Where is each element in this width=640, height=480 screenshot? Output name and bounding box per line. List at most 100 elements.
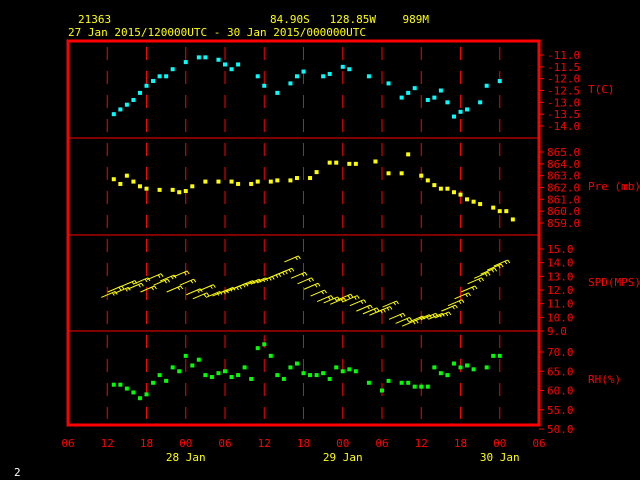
pressure-point — [425, 178, 430, 183]
pressure-point — [478, 202, 483, 207]
pressure-point — [144, 186, 149, 191]
humidity-point — [216, 371, 221, 376]
pressure-point — [308, 176, 313, 181]
humidity-point — [412, 384, 417, 389]
pressure-point — [190, 184, 195, 189]
humidity-point — [203, 373, 208, 378]
humidity-point — [301, 371, 306, 376]
y-tick-label: 12.0 — [547, 284, 574, 297]
humidity-point — [190, 363, 195, 368]
humidity-point — [177, 369, 182, 374]
y-tick-label: 60.0 — [547, 385, 574, 398]
temperature-point — [236, 62, 241, 67]
humidity-point — [151, 380, 156, 385]
x-tick-label: 06 — [532, 437, 545, 450]
x-tick-label: 00 — [336, 437, 349, 450]
temperature-point — [478, 100, 483, 105]
temperature-point — [216, 57, 221, 62]
humidity-point — [308, 373, 313, 378]
temperature-point — [157, 74, 162, 79]
temperature-point — [340, 64, 345, 69]
pressure-point — [255, 179, 260, 184]
pressure-point — [373, 159, 378, 164]
pressure-point — [268, 179, 273, 184]
humidity-point — [255, 346, 260, 351]
pressure-point — [275, 178, 280, 183]
y-tick-label: 859.0 — [547, 217, 580, 230]
temperature-point — [118, 107, 123, 112]
pressure-point — [170, 187, 175, 192]
temperature-point — [445, 100, 450, 105]
pressure-point — [504, 209, 509, 214]
temperature-point — [327, 71, 332, 76]
pressure-point — [327, 160, 332, 165]
humidity-point — [327, 376, 332, 381]
humidity-point — [209, 375, 214, 380]
temperature-point — [124, 102, 129, 107]
pressure-point — [229, 179, 234, 184]
humidity-point — [380, 388, 384, 393]
temperature-point — [432, 95, 437, 100]
humidity-point — [419, 384, 424, 389]
humidity-point — [386, 378, 391, 383]
pressure-point — [288, 178, 293, 183]
temperature-point — [366, 74, 371, 79]
humidity-point — [131, 390, 136, 395]
temperature-point — [137, 90, 142, 95]
humidity-point — [445, 373, 450, 378]
pressure-point — [491, 205, 496, 210]
humidity-point — [223, 369, 227, 374]
humidity-point — [347, 367, 352, 372]
pressure-point — [438, 186, 443, 191]
temperature-point — [451, 114, 456, 119]
pressure-point — [406, 152, 411, 157]
temperature-point — [170, 67, 175, 72]
humidity-point — [471, 367, 476, 372]
pressure-point — [465, 197, 470, 202]
page-number: 2 — [14, 466, 21, 479]
temperature-point — [229, 67, 234, 72]
humidity-point — [268, 353, 273, 358]
x-tick-label: 18 — [454, 437, 467, 450]
pressure-point — [386, 171, 391, 176]
pressure-point — [249, 181, 254, 186]
panel-label-pressure: Pre (mb) — [588, 180, 640, 193]
station-location: 84.90S 128.85W 989M — [270, 13, 429, 26]
pressure-point — [177, 190, 182, 195]
humidity-point — [157, 373, 162, 378]
pressure-point — [137, 184, 142, 189]
humidity-point — [294, 361, 299, 366]
humidity-point — [353, 369, 358, 374]
y-tick-label: 15.0 — [547, 243, 574, 256]
temperature-point — [131, 97, 136, 102]
humidity-point — [451, 361, 456, 366]
pressure-point — [334, 160, 339, 165]
y-tick-label: -14.0 — [547, 120, 580, 133]
temperature-point — [223, 62, 227, 67]
x-tick-label: 00 — [179, 437, 192, 450]
pressure-point — [216, 179, 221, 184]
humidity-point — [164, 378, 169, 383]
humidity-point — [366, 380, 371, 385]
station-id: 21363 — [78, 13, 111, 26]
humidity-point — [288, 365, 293, 370]
pressure-point — [399, 171, 404, 176]
panel-label-wind_speed: SPD(MPS) — [588, 276, 640, 289]
temperature-point — [183, 60, 188, 65]
pressure-point — [510, 217, 515, 222]
humidity-point — [491, 353, 496, 358]
y-tick-label: 10.0 — [547, 311, 574, 324]
humidity-point — [170, 365, 175, 370]
humidity-point — [281, 376, 286, 381]
humidity-point — [340, 369, 345, 374]
humidity-point — [399, 380, 404, 385]
y-tick-label: 13.0 — [547, 270, 574, 283]
temperature-point — [151, 79, 156, 84]
temperature-point — [347, 67, 352, 72]
temperature-point — [412, 86, 417, 91]
background — [0, 0, 640, 480]
day-label: 28 Jan — [166, 451, 206, 464]
x-tick-label: 18 — [297, 437, 310, 450]
y-tick-label: 55.0 — [547, 404, 574, 417]
temperature-point — [144, 83, 149, 88]
